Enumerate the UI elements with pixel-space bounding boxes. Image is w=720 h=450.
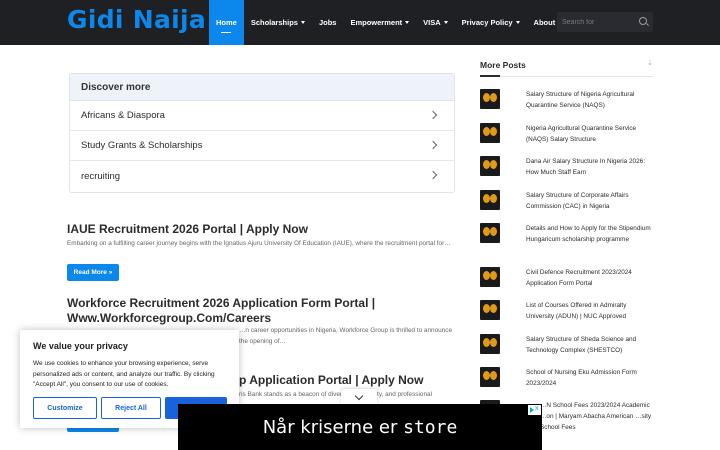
shuffle-icon[interactable]: ⇣ — [647, 60, 653, 68]
sidebar-divider — [480, 75, 654, 77]
post-thumbnail[interactable] — [480, 123, 500, 143]
ad-text-part: Når kriserne er — [262, 417, 398, 438]
more-posts-link[interactable]: Salary Structure of Corporate Affairs Co… — [526, 190, 654, 212]
ad-text-part: store — [403, 417, 458, 438]
post-excerpt: …n career opportunities in Nigeria, Work… — [239, 327, 453, 345]
nav-item-home[interactable]: Home — [209, 0, 244, 45]
adchoices-icon[interactable] — [528, 405, 541, 415]
chevron-right-icon — [428, 110, 438, 120]
chevron-down-icon — [354, 391, 364, 401]
search-input[interactable] — [562, 12, 634, 32]
search-icon[interactable] — [639, 17, 647, 25]
ad-text: Når kriserne er store — [178, 417, 542, 438]
nav-item-label: Jobs — [318, 18, 337, 27]
caret-down-icon — [300, 21, 305, 24]
post-thumbnail[interactable] — [480, 367, 500, 387]
discover-more-title: Discover more — [70, 74, 454, 101]
customize-button[interactable]: Customize — [33, 397, 97, 419]
more-posts-link[interactable]: Dana Air Salary Structure In Nigeria 202… — [526, 156, 654, 178]
post-title-line: Workforce Recruitment 2026 Application F… — [67, 296, 376, 310]
nav-item-label: Empowerment — [350, 18, 403, 27]
more-posts-link[interactable]: School of Nursing Eku Admission Form 202… — [526, 367, 654, 389]
page: Gidi Naija Home Scholarships Jobs Empowe… — [0, 0, 720, 450]
discover-item-label: Africans & Diaspora — [81, 110, 165, 121]
more-posts-link[interactable]: Civil Defence Recruitment 2023/2024 Appl… — [526, 267, 654, 289]
cookie-body: We use cookies to enhance your browsing … — [33, 360, 215, 388]
ad-banner[interactable]: Når kriserne er store — [178, 404, 542, 450]
discover-item-label: Study Grants & Scholarships — [81, 140, 203, 151]
main-nav: Home Scholarships Jobs Empowerment VISA … — [209, 0, 581, 45]
more-posts-link[interactable]: …N School Fees 2023/2024 Academic …on | … — [540, 400, 655, 433]
nav-item-visa[interactable]: VISA — [416, 0, 455, 45]
more-posts-link[interactable]: Nigeria Agricultural Quarantine Service … — [526, 123, 654, 145]
post-thumbnail[interactable] — [480, 190, 500, 210]
discover-item-label: recruiting — [81, 170, 121, 182]
nav-item-label: Privacy Policy — [461, 18, 513, 27]
chevron-right-icon — [428, 170, 438, 180]
nav-item-label: Scholarships — [250, 18, 298, 27]
discover-item[interactable]: Study Grants & Scholarships — [70, 131, 454, 161]
chevron-right-icon — [428, 140, 438, 150]
post-thumbnail[interactable] — [480, 267, 500, 287]
discover-item[interactable]: Africans & Diaspora — [70, 101, 454, 131]
post-title[interactable]: IAUE Recruitment 2026 Portal | Apply Now — [67, 222, 447, 237]
more-posts-link[interactable]: Salary Structure of Nigeria Agricultural… — [526, 89, 654, 111]
post-title[interactable]: p Application Portal | Apply Now — [239, 373, 459, 388]
caret-down-icon — [405, 21, 410, 24]
nav-item-scholarships[interactable]: Scholarships — [244, 0, 312, 45]
discover-item[interactable]: recruiting — [70, 161, 454, 191]
nav-item-label: Home — [216, 18, 237, 27]
post-thumbnail[interactable] — [480, 89, 500, 109]
more-posts-link[interactable]: Salary Structure of Sheda Science and Te… — [526, 334, 654, 356]
caret-down-icon — [443, 21, 448, 24]
post-title[interactable]: Workforce Recruitment 2026 Application F… — [67, 296, 457, 326]
discover-more-box: Discover more Africans & Diaspora Study … — [69, 73, 455, 193]
site-logo[interactable]: Gidi Naija — [67, 5, 206, 34]
post-title-line: Www.Workforcegroup.Com/Careers — [67, 311, 272, 325]
search-box — [557, 12, 653, 32]
post-thumbnail[interactable] — [480, 223, 500, 243]
nav-item-privacy-policy[interactable]: Privacy Policy — [455, 0, 527, 45]
post-excerpt: Embarking on a fulfilling career journey… — [67, 240, 451, 247]
post-thumbnail[interactable] — [480, 156, 500, 176]
read-more-button[interactable]: Read More » — [67, 264, 119, 281]
more-posts-link[interactable]: List of Courses Offered in Admiralty Uni… — [526, 300, 654, 322]
nav-item-label: VISA — [423, 18, 441, 27]
cookie-title: We value your privacy — [33, 341, 128, 351]
nav-item-jobs[interactable]: Jobs — [312, 0, 344, 45]
top-header: Gidi Naija Home Scholarships Jobs Empowe… — [0, 0, 720, 45]
sidebar-title: More Posts — [480, 60, 526, 70]
nav-item-empowerment[interactable]: Empowerment — [343, 0, 416, 45]
post-thumbnail[interactable] — [480, 300, 500, 320]
post-thumbnail[interactable] — [480, 334, 500, 354]
more-posts-link[interactable]: Details and How to Apply for the Stipend… — [526, 223, 654, 245]
post-title[interactable] — [67, 443, 177, 450]
reject-all-button[interactable]: Reject All — [101, 397, 161, 419]
caret-down-icon — [515, 21, 520, 24]
